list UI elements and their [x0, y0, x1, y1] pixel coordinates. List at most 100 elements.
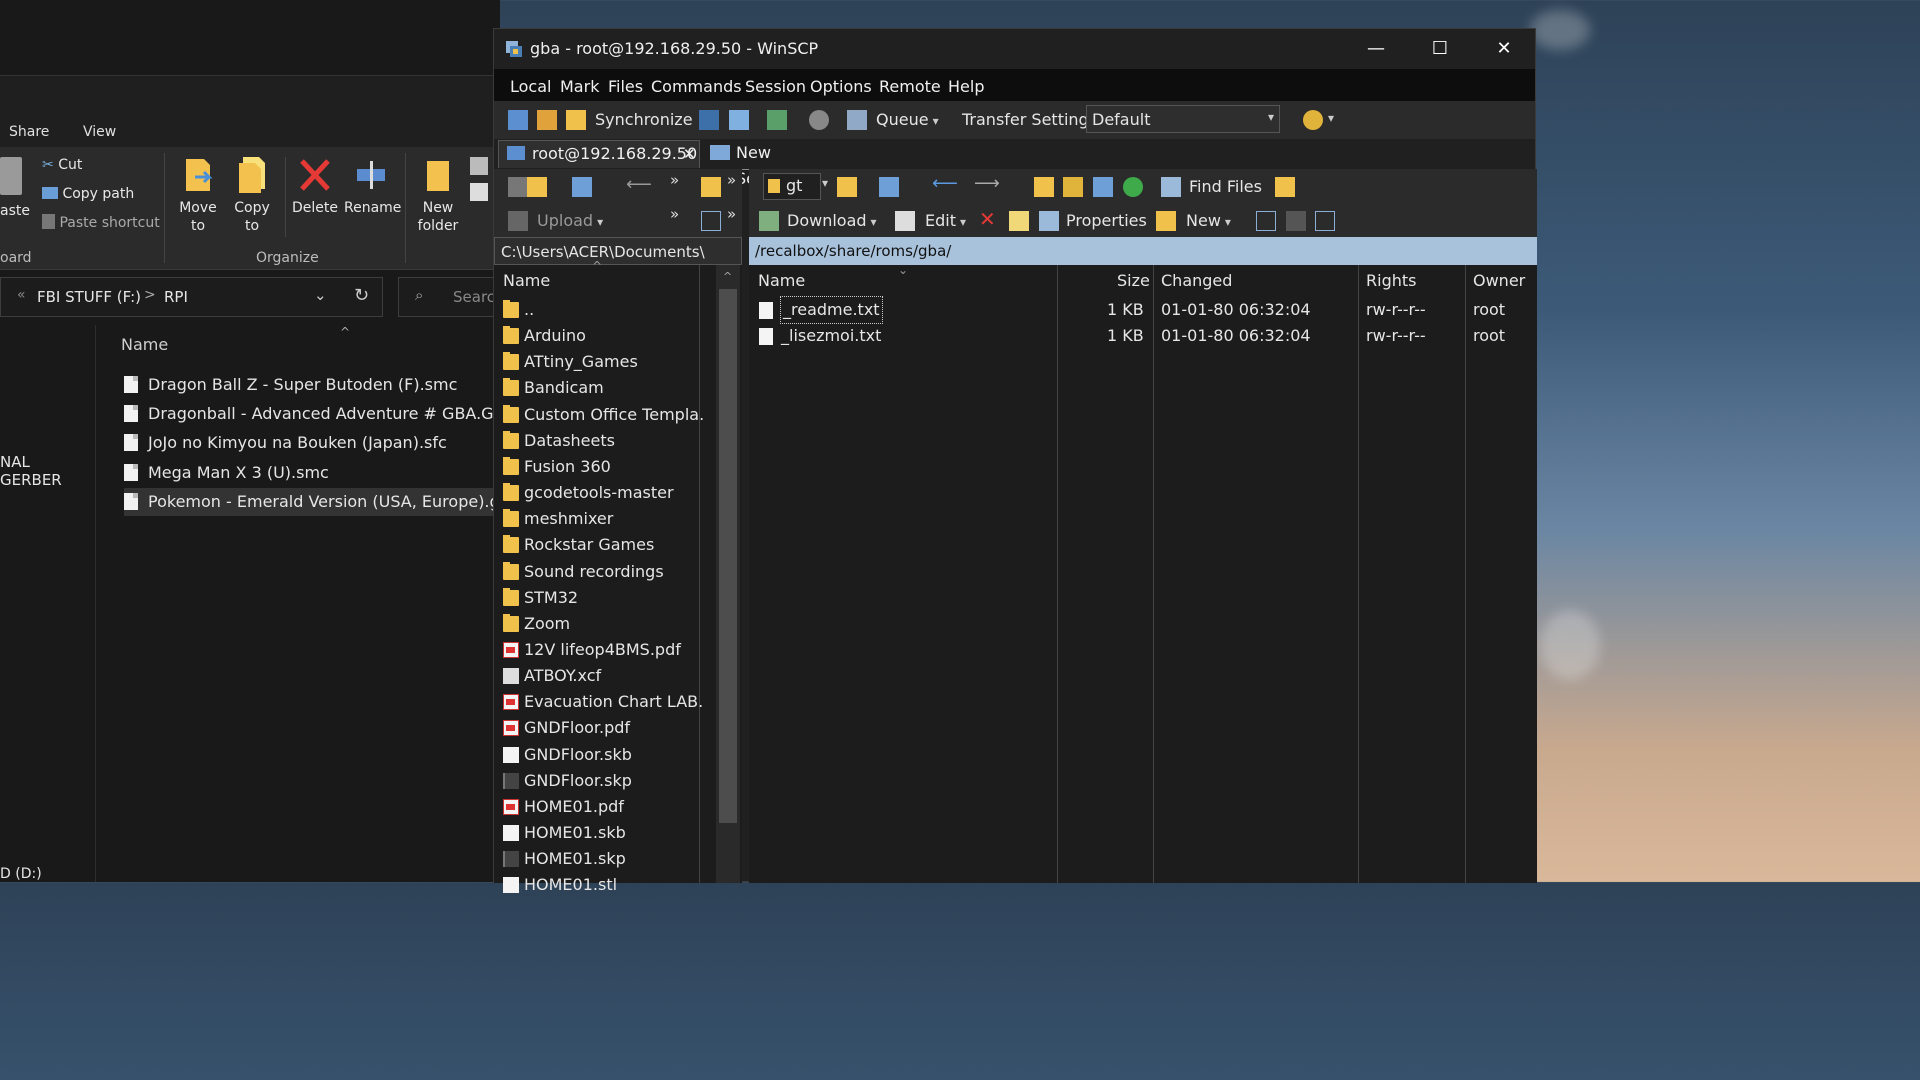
- local-file-row[interactable]: Datasheets: [494, 428, 704, 454]
- copy-path-button[interactable]: Copy path: [42, 186, 134, 202]
- remote-column-changed[interactable]: Changed: [1161, 265, 1232, 293]
- remote-column-owner[interactable]: Owner: [1473, 265, 1525, 293]
- breadcrumb-drive[interactable]: FBI STUFF (F:): [37, 288, 141, 306]
- menu-local[interactable]: Local: [510, 77, 551, 96]
- easy-access-icon[interactable]: [470, 183, 488, 201]
- breadcrumb-folder[interactable]: RPI: [164, 288, 188, 306]
- transfer-settings-label[interactable]: Transfer Settings: [962, 110, 1097, 129]
- local-file-row[interactable]: 12V lifeop4BMS.pdf: [494, 637, 704, 663]
- download-button[interactable]: Download: [787, 211, 877, 230]
- overflow-chevron-icon[interactable]: »: [670, 171, 679, 189]
- cut-button[interactable]: ✂ Cut: [42, 157, 82, 173]
- local-file-row[interactable]: ATBOY.xcf: [494, 663, 704, 689]
- remote-column-size[interactable]: Size: [1117, 265, 1150, 293]
- nav-item[interactable]: D (D:): [0, 866, 42, 882]
- local-file-row[interactable]: Zoom: [494, 611, 704, 637]
- preferences-gear-icon[interactable]: [809, 110, 829, 130]
- local-file-row[interactable]: HOME01.skb: [494, 820, 704, 846]
- local-file-row[interactable]: GNDFloor.skp: [494, 768, 704, 794]
- open-folder-icon[interactable]: [527, 177, 547, 197]
- local-file-row[interactable]: HOME01.pdf: [494, 794, 704, 820]
- scroll-thumb[interactable]: [719, 289, 737, 823]
- menu-help[interactable]: Help: [948, 77, 984, 96]
- list-item[interactable]: JoJo no Kimyou na Bouken (Japan).sfc: [124, 429, 494, 457]
- transfer-preset-select[interactable]: Default ▾: [1086, 105, 1280, 133]
- overflow-chevron-icon[interactable]: »: [727, 205, 736, 223]
- keep-up-to-date-icon[interactable]: [537, 110, 557, 130]
- tab-share[interactable]: Share: [9, 124, 49, 140]
- menu-files[interactable]: Files: [608, 77, 643, 96]
- edit-button[interactable]: Edit: [925, 211, 966, 230]
- paste-icon[interactable]: [0, 157, 22, 195]
- forward-arrow-icon[interactable]: ⟶: [974, 173, 1000, 194]
- address-dropdown-icon[interactable]: ⌄: [314, 286, 327, 304]
- move-to-button[interactable]: Move to: [176, 155, 220, 235]
- open-folder-icon[interactable]: [837, 177, 857, 197]
- menu-options[interactable]: Options: [810, 77, 872, 96]
- local-file-row[interactable]: GNDFloor.pdf: [494, 715, 704, 741]
- delete-x-icon[interactable]: ✕: [979, 207, 996, 231]
- tree-toggle-icon[interactable]: [1275, 177, 1295, 197]
- list-item[interactable]: Mega Man X 3 (U).smc: [124, 459, 494, 487]
- local-file-row[interactable]: GNDFloor.skb: [494, 742, 704, 768]
- parent-folder-icon[interactable]: [701, 177, 721, 197]
- local-file-row[interactable]: Bandicam: [494, 375, 704, 401]
- menu-session[interactable]: Session: [745, 77, 806, 96]
- local-file-row[interactable]: Sound recordings: [494, 559, 704, 585]
- address-overflow-chevron[interactable]: «: [17, 287, 26, 303]
- local-file-row[interactable]: Evacuation Chart LAB...: [494, 689, 704, 715]
- filter-icon[interactable]: [572, 177, 592, 197]
- list-item[interactable]: Dragon Ball Z - Super Butoden (F).smc: [124, 371, 494, 399]
- menu-mark[interactable]: Mark: [560, 77, 599, 96]
- local-file-row[interactable]: HOME01.stl: [494, 872, 704, 898]
- local-scrollbar[interactable]: ^: [716, 265, 740, 883]
- remote-column-name[interactable]: Name: [758, 265, 805, 293]
- local-file-row[interactable]: ATtiny_Games: [494, 349, 704, 375]
- new-session-tab[interactable]: New Session: [706, 140, 836, 188]
- explorer-address-bar[interactable]: « FBI STUFF (F:) > RPI ⌄ ↻: [0, 277, 383, 317]
- paste-shortcut-button[interactable]: Paste shortcut: [42, 214, 160, 231]
- chevron-down-icon[interactable]: ▾: [822, 176, 828, 190]
- new-button[interactable]: New: [1186, 211, 1231, 230]
- overflow-chevron-icon[interactable]: »: [670, 205, 679, 223]
- overflow-chevron-icon[interactable]: »: [727, 171, 736, 189]
- refresh-icon[interactable]: ↻: [354, 285, 369, 306]
- menu-commands[interactable]: Commands: [651, 77, 742, 96]
- explorer-search-box[interactable]: ⌕ Search: [398, 277, 508, 317]
- local-file-row[interactable]: STM32: [494, 585, 704, 611]
- compare-icon[interactable]: [767, 110, 787, 130]
- new-folder-button[interactable]: New folder: [412, 155, 464, 235]
- tab-view[interactable]: View: [83, 124, 116, 140]
- refresh-icon[interactable]: [1123, 177, 1143, 197]
- local-file-row[interactable]: Fusion 360: [494, 454, 704, 480]
- remote-path-bar[interactable]: /recalbox/share/roms/gba/: [749, 237, 1537, 265]
- remote-file-name[interactable]: _lisezmoi.txt: [781, 323, 881, 349]
- list-item-selected[interactable]: Pokemon - Emerald Version (USA, Europe).…: [124, 488, 520, 516]
- column-header-name[interactable]: Name: [121, 335, 168, 354]
- local-column-name[interactable]: Name: [503, 265, 550, 293]
- local-file-row[interactable]: ..: [494, 297, 704, 323]
- compare-directories-icon[interactable]: [508, 110, 528, 130]
- back-arrow-icon[interactable]: ⟵: [932, 173, 958, 194]
- minimize-button[interactable]: —: [1344, 29, 1408, 69]
- session-tab-active[interactable]: root@192.168.29.50 ✕: [498, 140, 700, 168]
- local-file-row[interactable]: meshmixer: [494, 506, 704, 532]
- local-path-bar[interactable]: C:\Users\ACER\Documents\: [494, 237, 742, 265]
- nav-item[interactable]: NAL GERBER: [0, 453, 95, 489]
- paste-button[interactable]: aste: [0, 203, 30, 219]
- select-plus-icon[interactable]: [1256, 211, 1276, 231]
- close-button[interactable]: ✕: [1472, 29, 1536, 69]
- local-file-row[interactable]: Arduino: [494, 323, 704, 349]
- upload-button[interactable]: Upload: [537, 211, 603, 230]
- close-tab-icon[interactable]: ✕: [683, 141, 696, 167]
- maximize-button[interactable]: ☐: [1408, 29, 1472, 69]
- scroll-up-icon[interactable]: ^: [723, 270, 732, 283]
- reconnect-globe-icon[interactable]: [1303, 110, 1323, 130]
- deselect-minus-icon[interactable]: [1286, 211, 1306, 231]
- local-drive-icon[interactable]: [508, 177, 528, 197]
- find-files-button[interactable]: Find Files: [1189, 177, 1262, 196]
- local-file-row[interactable]: gcodetools-master: [494, 480, 704, 506]
- console-icon[interactable]: [699, 110, 719, 130]
- filter-icon[interactable]: [879, 177, 899, 197]
- local-file-row[interactable]: Custom Office Templa...: [494, 402, 704, 428]
